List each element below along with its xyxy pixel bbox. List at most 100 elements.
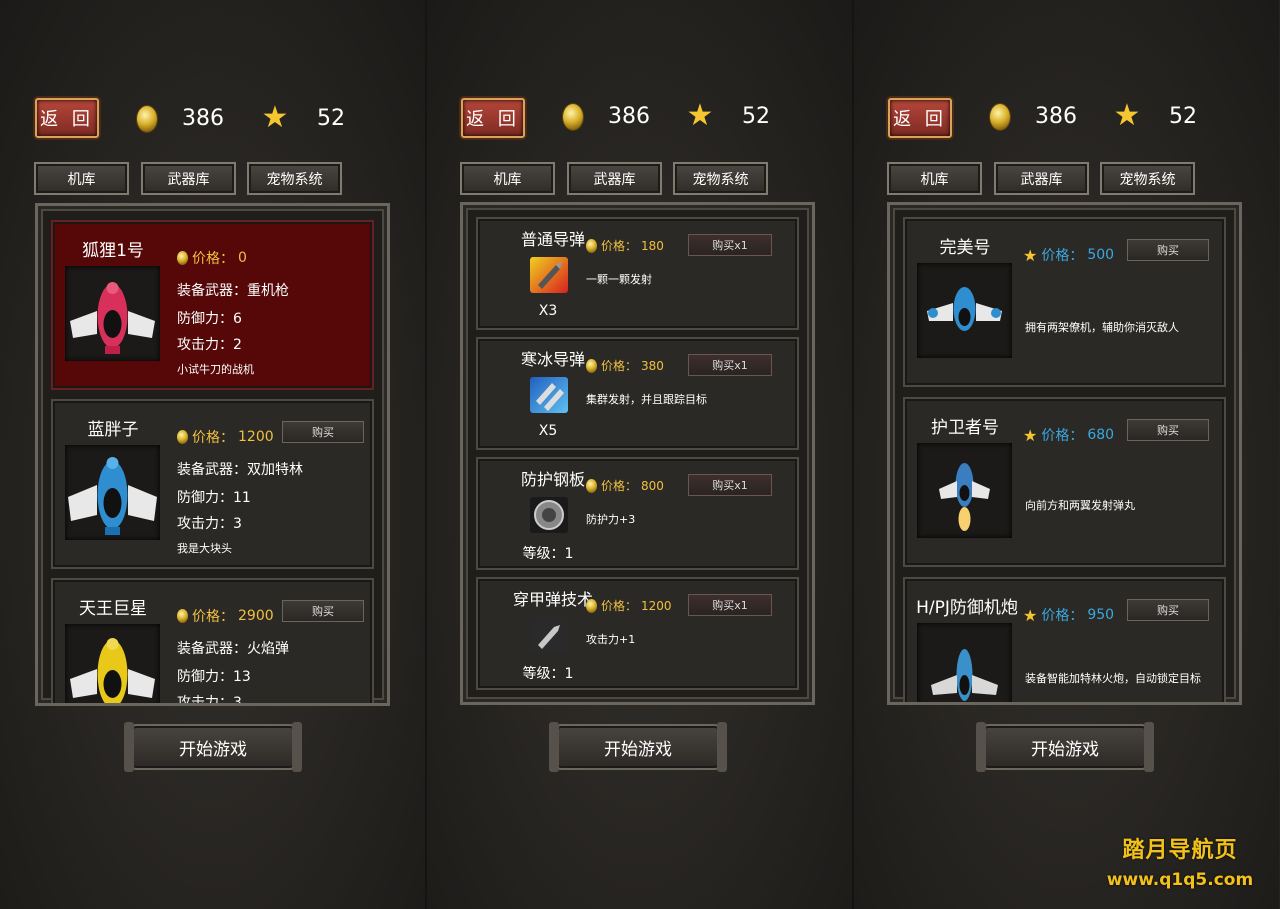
price-value: 2900 [238, 608, 274, 624]
buy-x1-button[interactable]: 购买x1 [688, 354, 772, 376]
price-value: 680 [1087, 427, 1115, 443]
plane-price: 价格： 0 [177, 248, 247, 268]
plane-card[interactable]: 狐狸1号 价格： 0 装备武器：重机枪 防御力：6 攻击力：2 小试牛刀的战机 [51, 220, 374, 390]
coin-icon [586, 478, 597, 493]
armory-screen: 返 回 386 ★ 52 机库 武器库 宠物系统 普通导弹 X3 价格： 180 … [427, 0, 852, 909]
star-medal-icon: ★ [261, 100, 289, 135]
plane-price: 价格： 1200 [177, 427, 274, 447]
buy-x1-button[interactable]: 购买x1 [688, 594, 772, 616]
bullet-icon [530, 617, 568, 653]
buy-x1-button[interactable]: 购买x1 [688, 234, 772, 256]
pet-plane-icon [939, 463, 990, 531]
buy-x1-button[interactable]: 购买x1 [688, 474, 772, 496]
price-value: 0 [238, 250, 247, 266]
price-label: 价格： [192, 430, 234, 446]
weapon-quantity: X5 [538, 423, 558, 439]
start-game-button[interactable]: 开始游戏 [976, 722, 1154, 772]
price-label: 价格： [601, 479, 638, 493]
weapon-card[interactable]: 普通导弹 X3 价格： 180 购买x1 一颗一颗发射 [476, 217, 799, 330]
price-label: 价格： [1041, 428, 1084, 444]
back-button[interactable]: 返 回 [35, 98, 99, 138]
coin-icon [177, 251, 188, 265]
weapon-quantity: X3 [538, 303, 558, 319]
plane-description: 我是大块头 [177, 542, 232, 555]
weapon-card[interactable]: 寒冰导弹 X5 价格： 380 购买x1 集群发射，并且跟踪目标 [476, 337, 799, 450]
pet-name: H/PJ防御机炮 [916, 598, 1018, 618]
price-value: 950 [1087, 607, 1115, 623]
price-label: 价格： [192, 251, 234, 267]
coin-icon [586, 238, 597, 253]
tab-hangar[interactable]: 机库 [34, 162, 129, 195]
plane-thumbnail [65, 624, 160, 703]
pet-card[interactable]: 护卫者号 ★ 价格： 680 购买 向前方和两翼发射弹丸 [903, 397, 1226, 567]
coin-count: 386 [182, 106, 224, 131]
tab-hangar[interactable]: 机库 [887, 162, 982, 195]
tab-pets[interactable]: 宠物系统 [1100, 162, 1195, 195]
plane-name: 天王巨星 [79, 599, 147, 619]
tab-armory[interactable]: 武器库 [567, 162, 662, 195]
weapon-description: 攻击力+1 [586, 633, 636, 646]
pet-thumbnail [917, 623, 1012, 702]
start-game-button[interactable]: 开始游戏 [549, 722, 727, 772]
pet-name: 完美号 [939, 238, 991, 258]
back-button[interactable]: 返 回 [888, 98, 952, 138]
price-value: 1200 [641, 598, 672, 613]
plane-weapon: 装备武器：双加特林 [177, 462, 303, 478]
hangar-list[interactable]: 狐狸1号 价格： 0 装备武器：重机枪 防御力：6 攻击力：2 小试牛刀的战机 蓝… [35, 203, 390, 706]
pets-list[interactable]: 完美号 ★ 价格： 500 购买 拥有两架僚机，辅助你消灭敌人 护卫者号 ★ 价… [887, 202, 1242, 705]
weapon-level: 等级：1 [522, 666, 574, 682]
start-game-button[interactable]: 开始游戏 [124, 722, 302, 772]
watermark: 踏月导航页 www.q1q5.com [1095, 832, 1265, 890]
back-button[interactable]: 返 回 [461, 98, 525, 138]
star-medal-icon: ★ [686, 98, 714, 133]
fighter-plane-icon [70, 282, 155, 354]
price-label: 价格： [601, 599, 638, 613]
fighter-plane-icon [70, 638, 155, 703]
buy-button[interactable]: 购买 [1127, 599, 1209, 621]
buy-button[interactable]: 购买 [1127, 239, 1209, 261]
star-icon: ★ [1023, 245, 1038, 265]
plane-card[interactable]: 天王巨星 价格： 2900 购买 装备武器：火焰弹 防御力：13 攻击力：3 [51, 578, 374, 706]
tab-pets[interactable]: 宠物系统 [247, 162, 342, 195]
star-count: 52 [742, 104, 770, 129]
plane-defense: 防御力：11 [177, 490, 251, 506]
star-count: 52 [1169, 104, 1197, 129]
buy-button[interactable]: 购买 [282, 600, 364, 622]
price-value: 380 [641, 358, 664, 373]
price-label: 价格： [1041, 608, 1084, 624]
plane-card[interactable]: 蓝胖子 价格： 1200 购买 装备武器：双加特林 防御力：11 攻击力：3 我是… [51, 399, 374, 569]
fighter-plane-icon [68, 457, 157, 535]
tab-pets[interactable]: 宠物系统 [673, 162, 768, 195]
plane-thumbnail [65, 266, 160, 361]
coin-icon [990, 104, 1010, 130]
pet-card[interactable]: H/PJ防御机炮 ★ 价格： 950 购买 装备智能加特林火炮，自动锁定目标 [903, 577, 1226, 702]
coin-icon [177, 609, 188, 623]
weapon-price: 价格： 1200 [586, 597, 672, 614]
plane-attack: 攻击力：3 [177, 695, 242, 706]
weapon-card[interactable]: 穿甲弹技术 等级：1 价格： 1200 购买x1 攻击力+1 [476, 577, 799, 690]
plane-price: 价格： 2900 [177, 606, 274, 626]
coin-icon [177, 430, 188, 444]
pet-name: 护卫者号 [931, 418, 999, 438]
price-label: 价格： [601, 359, 638, 373]
weapon-price: 价格： 380 [586, 357, 664, 374]
pet-card[interactable]: 完美号 ★ 价格： 500 购买 拥有两架僚机，辅助你消灭敌人 [903, 217, 1226, 387]
buy-button[interactable]: 购买 [1127, 419, 1209, 441]
weapon-card[interactable]: 防护钢板 等级：1 价格： 800 购买x1 防护力+3 [476, 457, 799, 570]
pet-description: 拥有两架僚机，辅助你消灭敌人 [1025, 321, 1179, 334]
plane-name: 狐狸1号 [82, 241, 144, 261]
tab-armory[interactable]: 武器库 [141, 162, 236, 195]
coin-icon [586, 358, 597, 373]
armory-list[interactable]: 普通导弹 X3 价格： 180 购买x1 一颗一颗发射 寒冰导弹 X5 价格： 38… [460, 202, 815, 705]
pet-thumbnail [917, 263, 1012, 358]
star-icon: ★ [1023, 425, 1038, 445]
coin-icon [137, 106, 157, 132]
tab-hangar[interactable]: 机库 [460, 162, 555, 195]
price-label: 价格： [601, 239, 638, 253]
pet-price: ★ 价格： 680 [1023, 425, 1114, 445]
shield-plate-icon [530, 497, 568, 533]
weapon-level: 等级：1 [522, 546, 574, 562]
buy-button[interactable]: 购买 [282, 421, 364, 443]
tab-armory[interactable]: 武器库 [994, 162, 1089, 195]
price-label: 价格： [192, 609, 234, 625]
